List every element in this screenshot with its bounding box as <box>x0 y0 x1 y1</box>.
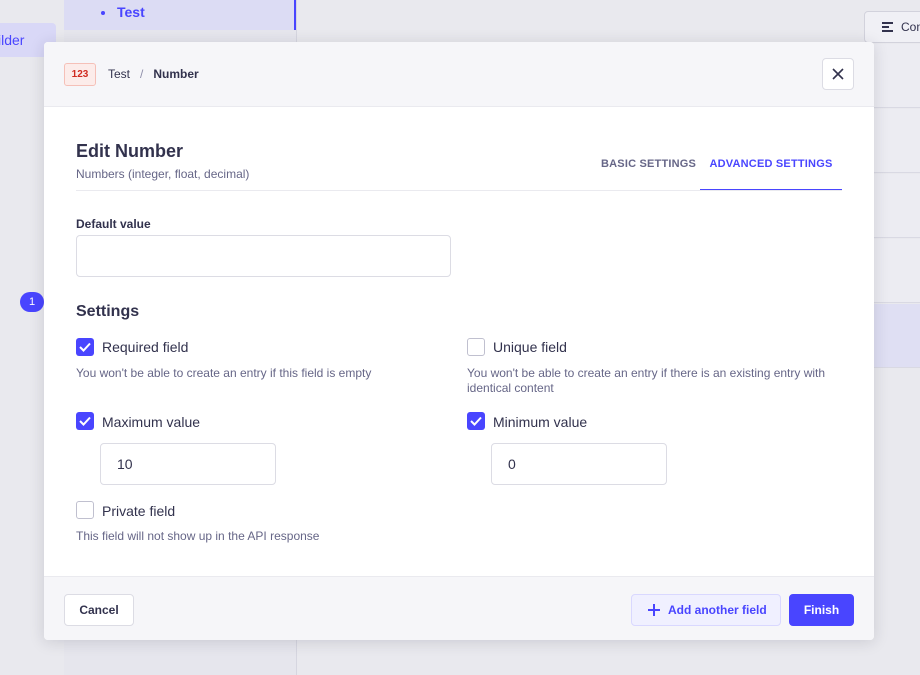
tab-basic-settings[interactable]: BASIC SETTINGS <box>601 158 696 170</box>
private-field-hint: This field will not show up in the API r… <box>76 529 320 543</box>
breadcrumb: Test / Number <box>108 67 199 81</box>
checkmark-icon <box>470 416 482 426</box>
unique-field-checkbox[interactable] <box>467 338 485 356</box>
cancel-button[interactable]: Cancel <box>64 594 134 626</box>
required-field-checkbox[interactable] <box>76 338 94 356</box>
breadcrumb-separator: / <box>140 67 144 81</box>
list-settings-icon <box>882 22 893 34</box>
edit-field-modal: 123 Test / Number Edit Number Numbers (int… <box>44 42 874 640</box>
private-field-checkbox[interactable] <box>76 501 94 519</box>
close-button[interactable] <box>822 58 854 90</box>
add-another-field-label: Add another field <box>668 603 767 617</box>
configure-view-button[interactable]: Con <box>864 11 920 43</box>
modal-header: 123 Test / Number <box>44 42 874 107</box>
field-row <box>870 239 920 303</box>
plus-icon <box>648 604 660 616</box>
field-row <box>870 109 920 173</box>
private-field-label: Private field <box>102 503 176 519</box>
notification-badge: 1 <box>20 292 44 312</box>
tab-advanced-settings[interactable]: ADVANCED SETTINGS <box>700 158 842 191</box>
settings-heading: Settings <box>76 303 140 320</box>
close-icon <box>832 68 844 80</box>
modal-subtitle: Numbers (integer, float, decimal) <box>76 167 250 181</box>
unique-field-hint: You won't be able to create an entry if … <box>467 366 826 395</box>
field-row <box>870 44 920 108</box>
number-type-icon: 123 <box>64 63 96 86</box>
finish-button[interactable]: Finish <box>789 594 854 626</box>
modal-footer: Cancel Add another field Finish <box>44 576 874 640</box>
checkmark-icon <box>79 416 91 426</box>
unique-field-label: Unique field <box>493 339 567 355</box>
add-another-field-button[interactable]: Add another field <box>631 594 781 626</box>
minimum-value-input[interactable] <box>491 443 667 485</box>
default-value-input[interactable] <box>76 235 451 277</box>
field-row <box>870 304 920 368</box>
maximum-value-checkbox[interactable] <box>76 412 94 430</box>
maximum-value-label: Maximum value <box>102 414 201 430</box>
minimum-value-label: Minimum value <box>493 414 588 430</box>
bullet-icon <box>101 11 105 15</box>
field-row <box>870 174 920 238</box>
maximum-value-input[interactable] <box>100 443 276 485</box>
breadcrumb-item: Test <box>108 67 131 81</box>
minimum-value-checkbox[interactable] <box>467 412 485 430</box>
modal-title: Edit Number <box>76 141 184 161</box>
breadcrumb-current: Number <box>153 67 199 81</box>
default-value-label: Default value <box>76 217 151 231</box>
tabs-divider <box>76 190 842 191</box>
checkmark-icon <box>79 342 91 352</box>
required-field-label: Required field <box>102 339 189 355</box>
required-field-hint: You won't be able to create an entry if … <box>76 366 372 380</box>
sidebar-item-test[interactable]: Test <box>64 0 296 30</box>
